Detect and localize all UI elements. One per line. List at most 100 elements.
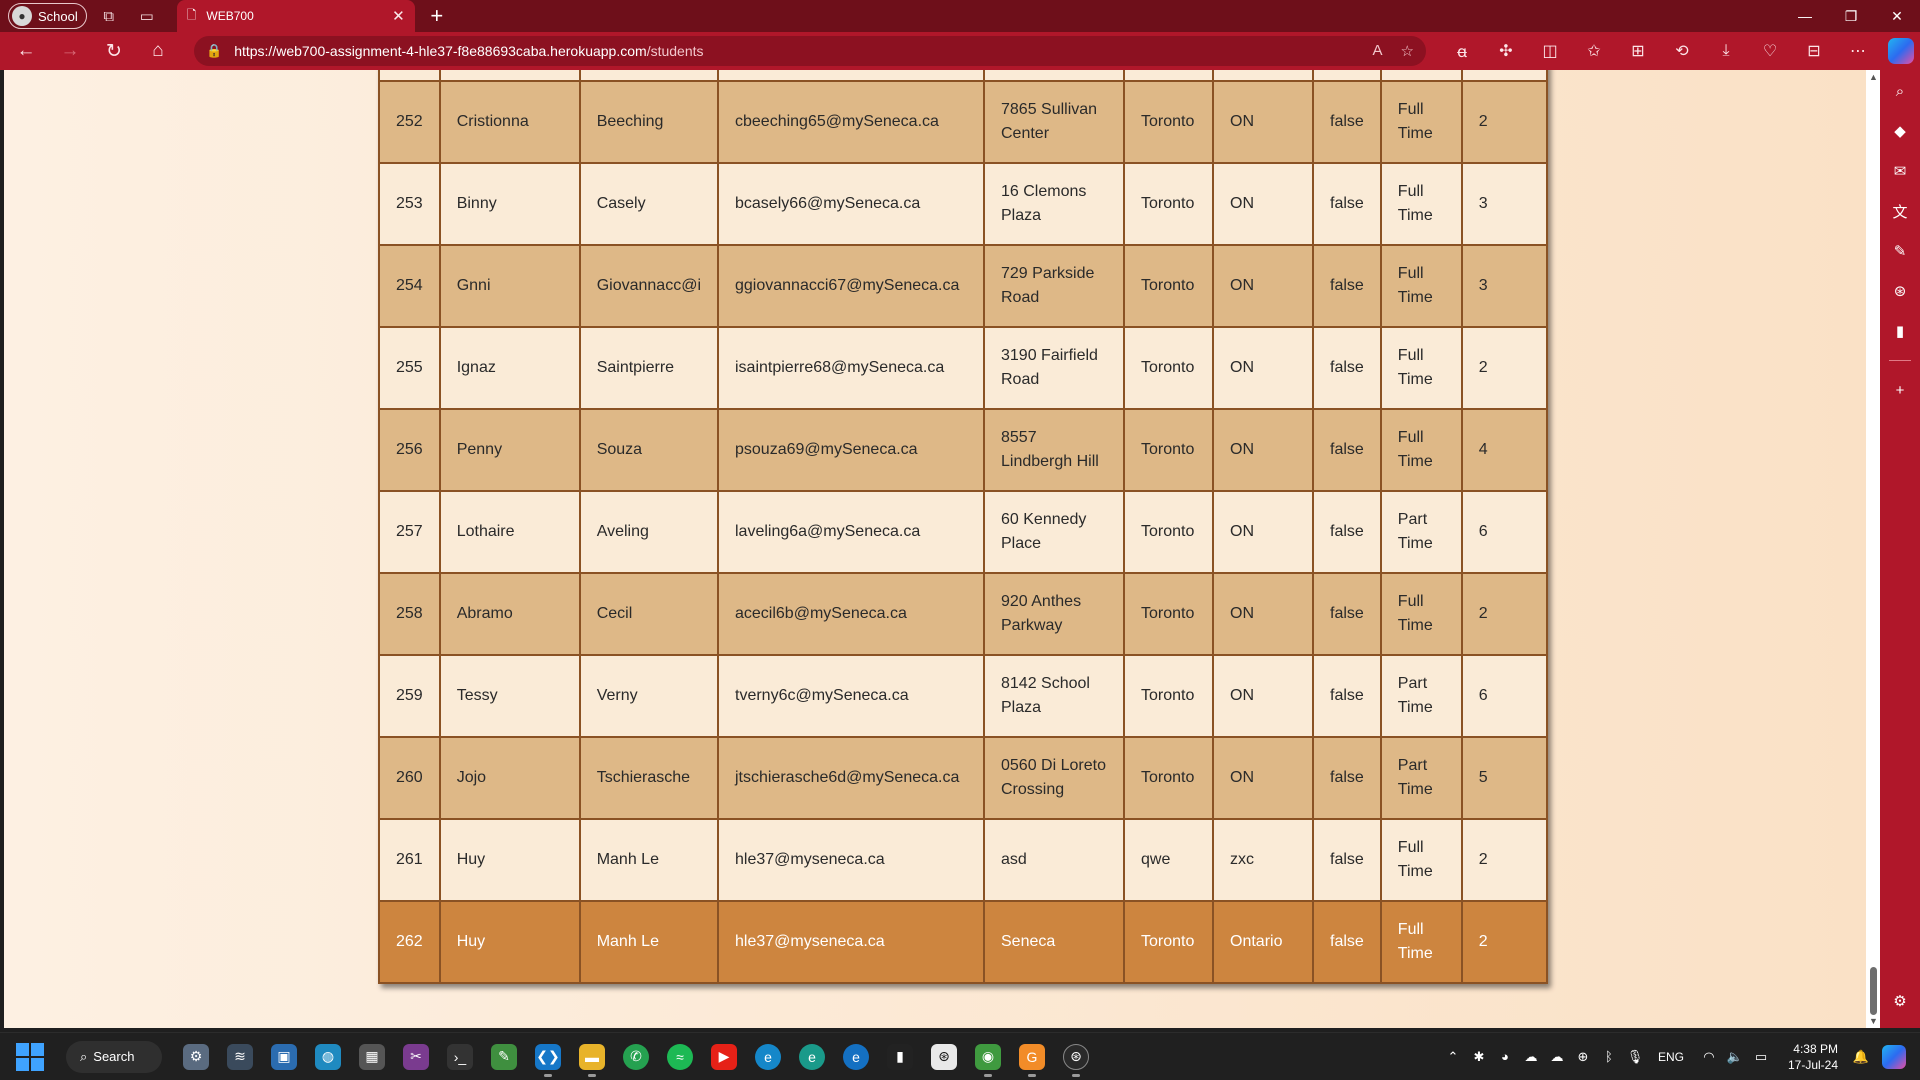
onedrive-icon[interactable]: ☁ [1544,1049,1570,1065]
cell-ta: false [1312,244,1382,328]
cell-province: ON [1212,162,1314,246]
home-icon[interactable]: ⌂ [140,35,176,67]
notepad-icon: ✎ [491,1043,517,1070]
bug-icon[interactable]: ✱ [1466,1049,1492,1065]
back-icon[interactable]: ← [8,35,44,67]
minimize-icon[interactable]: — [1782,0,1828,32]
url-text[interactable]: https://web700-assignment-4-hle37-f8e886… [234,43,703,59]
scroll-up-icon[interactable]: ▲ [1869,72,1878,82]
cell-ta: false [1312,818,1382,902]
copilot-icon[interactable] [1888,38,1914,64]
edge-beta-app[interactable]: e [790,1037,834,1077]
language-indicator[interactable]: ENG [1658,1050,1684,1064]
cell-first: Huy [438,900,581,984]
chatgpt-icon[interactable]: ⊛ [1888,280,1912,302]
table-row: 258 Abramo Cecil acecil6b@mySeneca.ca 920 An… [378,572,1548,656]
youtube-app[interactable]: ▶ [702,1037,746,1077]
snipping-app[interactable]: ✂ [394,1037,438,1077]
tab-web700[interactable]: 🗋 WEB700 ✕ [176,0,415,32]
history-icon[interactable]: ⟲ [1660,35,1704,67]
battery-icon[interactable]: ▭ [1748,1049,1774,1065]
microphone-icon[interactable]: 🎙 [1622,1049,1648,1065]
edge-school-app[interactable]: e [834,1037,878,1077]
cell-address: 16 Clemons Plaza [983,162,1125,246]
android-app[interactable]: ◉ [966,1037,1010,1077]
downloads-icon[interactable]: ⤓ [1704,35,1748,67]
charts-app-icon[interactable]: ▮ [1888,320,1912,342]
remote-desktop-app[interactable]: ▣ [262,1037,306,1077]
add-sidebar-app-icon[interactable]: + [1888,379,1912,401]
extensions-icon[interactable]: ✣ [1484,35,1528,67]
whatsapp-icon: ✆ [623,1043,649,1070]
drop-icon[interactable]: ✎ [1888,240,1912,262]
refresh-icon[interactable]: ↻ [96,35,132,67]
notepad-app[interactable]: ✎ [482,1037,526,1077]
cell-ta: false [1312,572,1382,656]
cell-status: Full Time [1379,572,1463,656]
chevron-up-icon[interactable]: ⌃ [1440,1049,1466,1065]
vscode-app[interactable]: ❮❯ [526,1037,570,1077]
network-app[interactable]: ◍ [306,1037,350,1077]
cloud-icon[interactable]: ☁ [1518,1049,1544,1065]
table-row: 256 Penny Souza psouza69@mySeneca.ca 8557 Li… [378,408,1548,492]
split-screen-icon[interactable]: ◫ [1528,35,1572,67]
calculator-app[interactable]: ▦ [350,1037,394,1077]
cell-address: 7865 Sullivan Center [983,80,1125,164]
openai-app[interactable]: ⊛ [1054,1037,1098,1077]
immersive-reader-icon[interactable]: ꬰ [1440,35,1484,67]
close-window-icon[interactable]: ✕ [1874,0,1920,32]
address-bar[interactable]: 🔒 https://web700-assignment-4-hle37-f8e8… [194,36,1426,66]
copilot-taskbar-icon[interactable] [1882,1044,1906,1069]
sidebar-settings-icon[interactable]: ⚙ [1888,990,1912,1012]
cell-num: 260 [378,736,441,820]
settings-app[interactable]: ⚙ [174,1037,218,1077]
forward-icon[interactable]: → [52,35,88,67]
close-tab-icon[interactable]: ✕ [392,7,405,25]
students-table-body: 252 Cristionna Beeching cbeeching65@mySenec… [378,70,1548,984]
read-aloud-icon[interactable]: A [1373,42,1383,60]
new-tab-button[interactable]: + [419,0,455,32]
profile-button[interactable]: ● School [8,3,87,29]
outlook-icon[interactable]: ✉ [1888,160,1912,182]
volume-icon[interactable]: 🔈 [1722,1049,1748,1065]
wifi-icon[interactable]: ◠ [1696,1049,1722,1065]
cell-email: acecil6b@mySeneca.ca [717,572,985,656]
workspaces-icon[interactable]: ⧉ [93,2,125,30]
cell-last: Cecil [578,572,720,656]
chatgpt-app[interactable]: ⊛ [922,1037,966,1077]
clock[interactable]: 4:38 PM 17-Jul-24 [1788,1041,1838,1073]
discord-icon[interactable]: ◕ [1492,1049,1518,1064]
tab-actions-icon[interactable]: ▭ [131,2,163,30]
favorites-icon[interactable]: ✩ [1572,35,1616,67]
restore-icon[interactable]: ❐ [1828,0,1874,32]
taskbar-search[interactable]: ⌕ Search [66,1040,162,1073]
bluetooth-icon[interactable]: ᛒ [1596,1049,1622,1064]
collections-icon[interactable]: ⊞ [1616,35,1660,67]
notification-bell-icon[interactable]: 🔔 [1848,1049,1874,1065]
orange-app[interactable]: G [1010,1037,1054,1077]
task-manager-app[interactable]: ≋ [218,1037,262,1077]
browser-essentials-icon[interactable]: ♡ [1748,35,1792,67]
scroll-down-icon[interactable]: ▼ [1869,1016,1878,1026]
cell-address: asd [983,818,1125,902]
favorite-star-icon[interactable]: ☆ [1401,42,1414,60]
scrollbar-thumb[interactable] [1870,967,1877,1015]
gamepad-icon[interactable]: ⊕ [1570,1049,1596,1065]
workspace-apps-icon[interactable]: ⊟ [1792,35,1836,67]
copilot-sidebar-icon[interactable]: ◆ [1888,120,1912,142]
start-button[interactable] [16,1042,44,1071]
terminal-app[interactable]: ›_ [438,1037,482,1077]
cell-status: Full Time [1379,818,1463,902]
cell-province: ON [1212,490,1314,574]
lock-icon[interactable]: 🔒 [206,43,222,59]
file-explorer-app[interactable]: ▬ [570,1037,614,1077]
translator-icon[interactable]: 文 [1888,200,1912,222]
cell-num: 254 [378,244,441,328]
search-icon[interactable]: ⌕ [1888,80,1912,102]
edge-app[interactable]: e [746,1037,790,1077]
spotify-app[interactable]: ≈ [658,1037,702,1077]
vertical-scrollbar[interactable]: ▲ ▼ [1866,70,1880,1028]
charts-app[interactable]: ▮ [878,1037,922,1077]
more-menu-icon[interactable]: ⋯ [1836,35,1880,67]
whatsapp-app[interactable]: ✆ [614,1037,658,1077]
